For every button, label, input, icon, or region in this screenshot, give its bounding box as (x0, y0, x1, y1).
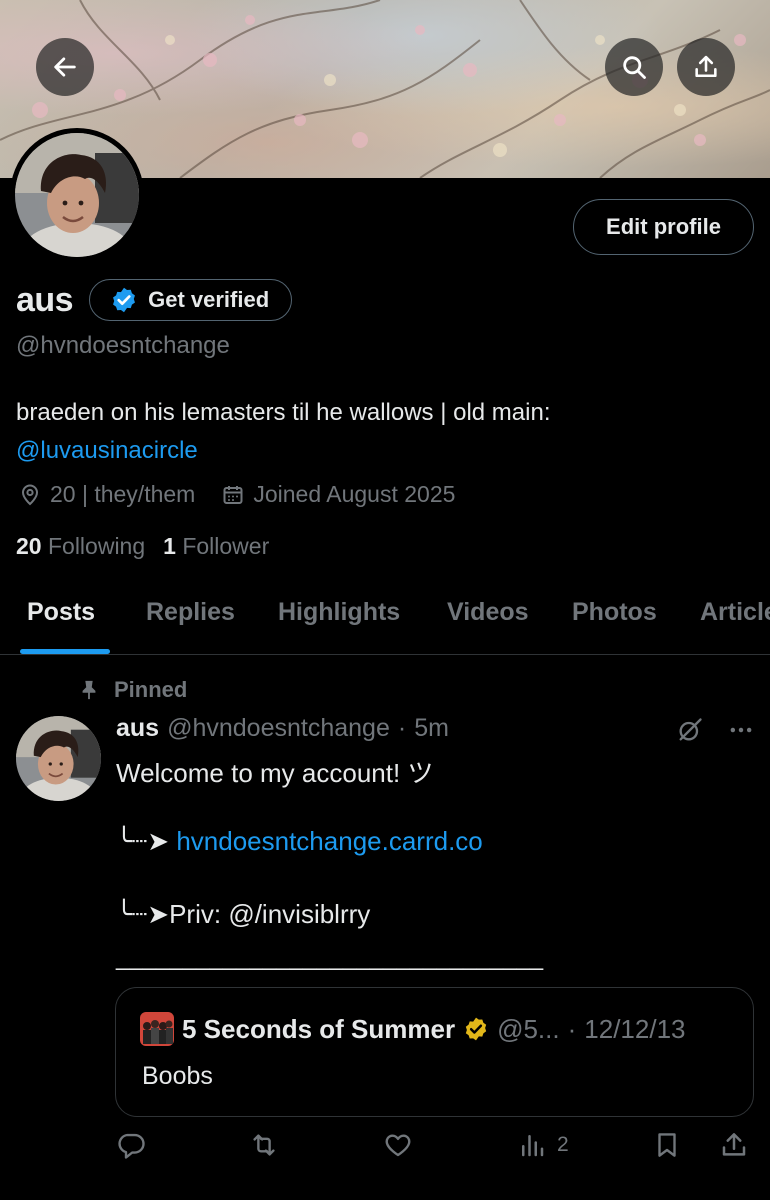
quote-author-handle: @5... (497, 1013, 560, 1044)
profile-bio: braeden on his lemasters til he wallows … (16, 394, 756, 470)
arrow-left-icon (54, 57, 76, 77)
post-header: aus @hvndoesntchange · 5m (116, 714, 449, 743)
profile-meta: 20 | they/them Joined August 2025 (18, 481, 455, 508)
post-link-line: ╰┈➤ hvndoesntchange.carrd.co (116, 826, 483, 857)
name-row: aus Get verified (16, 279, 293, 321)
joined-item: Joined August 2025 (221, 481, 455, 508)
quote-author-avatar (140, 1012, 174, 1046)
like-button[interactable] (383, 1130, 423, 1160)
post-header-icons (676, 716, 756, 744)
repost-button[interactable] (248, 1130, 290, 1160)
quote-header: 5 Seconds of Summer @5... · 12/12/13 (140, 1012, 686, 1046)
quote-text: Boobs (142, 1062, 213, 1090)
verified-badge-icon (113, 287, 136, 313)
joined-text: Joined August 2025 (253, 481, 456, 507)
followers-count: 1 (163, 533, 176, 559)
post-author-name[interactable]: aus (116, 714, 159, 743)
active-tab-indicator (20, 649, 110, 654)
post-priv-line: ╰┈➤Priv: @/invisiblrry (116, 899, 371, 929)
post-line-1: Welcome to my account! ツ (116, 758, 434, 788)
tab-articles[interactable]: Articles (700, 598, 770, 627)
share-icon (695, 55, 717, 78)
reply-button[interactable] (116, 1130, 156, 1160)
post-arrow: ╰┈➤ (116, 826, 177, 856)
quote-separator: · (567, 1013, 577, 1044)
post-divider: ________________________________ (116, 944, 544, 971)
display-name: aus (16, 280, 74, 319)
followers-link[interactable]: 1 Follower (163, 533, 269, 560)
post-author-handle[interactable]: @hvndoesntchange (167, 714, 390, 743)
post-actions: 2 (116, 1130, 756, 1170)
post-author-avatar[interactable] (16, 716, 101, 801)
quote-author-name: 5 Seconds of Summer (182, 1013, 456, 1044)
bio-mention-link[interactable]: @luvausinacircle (16, 432, 756, 470)
quoted-post[interactable]: 5 Seconds of Summer @5... · 12/12/13 Boo… (115, 987, 754, 1117)
avatar-photo (16, 716, 101, 801)
search-icon (623, 56, 646, 79)
analytics-icon (522, 1135, 544, 1157)
avatar-photo (15, 133, 139, 257)
views-button[interactable]: 2 (517, 1130, 569, 1160)
reply-icon (118, 1133, 145, 1159)
repost-icon (253, 1134, 275, 1156)
pinned-indicator: Pinned (78, 677, 187, 703)
share-profile-button[interactable] (677, 38, 735, 96)
post-separator: · (397, 714, 407, 742)
gold-verified-badge-icon (465, 1017, 487, 1041)
back-button[interactable] (36, 38, 94, 96)
get-verified-button[interactable]: Get verified (89, 279, 293, 321)
followers-label: Follower (182, 533, 270, 559)
pinned-label: Pinned (114, 677, 188, 702)
follow-stats: 20 Following 1 Follower (16, 533, 269, 560)
more-options-icon[interactable] (726, 716, 756, 744)
share-icon (722, 1133, 746, 1156)
heart-icon (385, 1134, 411, 1157)
profile-tabs: Posts Replies Highlights Videos Photos A… (0, 580, 770, 655)
search-button[interactable] (605, 38, 663, 96)
tab-videos[interactable]: Videos (447, 598, 529, 627)
grok-icon[interactable] (676, 716, 704, 744)
post-link[interactable]: hvndoesntchange.carrd.co (176, 826, 482, 856)
following-link[interactable]: 20 Following (16, 533, 145, 560)
edit-profile-button[interactable]: Edit profile (573, 199, 754, 255)
post-time[interactable]: 5m (414, 714, 449, 743)
location-pin-icon (21, 484, 39, 505)
following-count: 20 (16, 533, 42, 559)
tab-highlights[interactable]: Highlights (278, 598, 400, 627)
profile-handle: @hvndoesntchange (16, 332, 230, 359)
tab-posts[interactable]: Posts (27, 598, 95, 627)
bio-text: braeden on his lemasters til he wallows … (16, 399, 551, 426)
tab-photos[interactable]: Photos (572, 598, 657, 627)
band-photo (140, 1012, 174, 1046)
bookmark-button[interactable] (652, 1130, 682, 1160)
get-verified-label: Get verified (148, 287, 270, 312)
share-post-button[interactable] (719, 1130, 749, 1160)
location-text: 20 | they/them (50, 481, 196, 507)
profile-avatar[interactable] (10, 128, 144, 262)
quote-date: 12/12/13 (584, 1013, 686, 1044)
calendar-icon (223, 485, 243, 504)
pin-icon (82, 680, 96, 700)
tab-replies[interactable]: Replies (146, 598, 235, 627)
location-item: 20 | they/them (18, 481, 195, 508)
views-count: 2 (557, 1133, 569, 1156)
following-label: Following (47, 533, 146, 559)
bookmark-icon (658, 1133, 676, 1157)
